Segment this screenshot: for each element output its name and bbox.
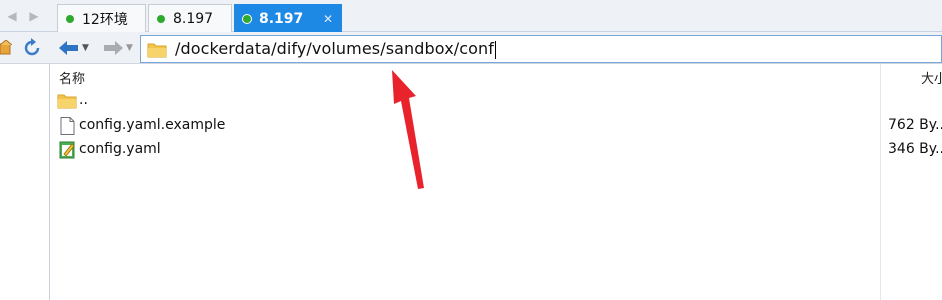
- left-toolbar-icons: [0, 32, 46, 64]
- folder-icon: [147, 43, 167, 57]
- tab-12-env[interactable]: 12环境: [57, 4, 146, 32]
- tab-bar: ◀ ▶ 12环境 8.197 8.197 ✕: [0, 0, 942, 32]
- edit-file-icon: [59, 141, 75, 159]
- home-icon[interactable]: [0, 40, 12, 56]
- chevron-down-icon[interactable]: ▼: [82, 43, 89, 53]
- file-row-config-yaml-example[interactable]: config.yaml.example 762 By...: [51, 114, 942, 138]
- back-button[interactable]: ▼: [58, 38, 89, 58]
- file-row-parent[interactable]: ..: [51, 89, 942, 113]
- text-caret: [495, 40, 497, 59]
- file-name: config.yaml: [79, 141, 161, 157]
- file-list[interactable]: 名称 大小 .. config.yaml.example 762 By... c…: [51, 64, 942, 300]
- column-header-size[interactable]: 大小: [921, 68, 942, 87]
- path-input[interactable]: /dockerdata/dify/volumes/sandbox/conf: [140, 35, 942, 63]
- back-arrow-icon: [59, 41, 78, 55]
- document-icon: [60, 117, 75, 135]
- file-name: config.yaml.example: [79, 117, 226, 133]
- path-text: /dockerdata/dify/volumes/sandbox/conf: [175, 39, 497, 59]
- tab-scroll-left-icon[interactable]: ◀: [4, 8, 20, 24]
- tab-label: 8.197: [259, 10, 304, 27]
- tab-label: 12环境: [82, 11, 128, 28]
- file-row-config-yaml[interactable]: config.yaml 346 By...: [51, 138, 942, 162]
- forward-arrow-icon: [104, 41, 123, 55]
- file-size: 762 By...: [888, 117, 942, 133]
- left-tree-pane[interactable]: [0, 64, 50, 300]
- chevron-down-icon[interactable]: ▼: [126, 43, 133, 53]
- file-size: 346 By...: [888, 141, 942, 157]
- file-name: ..: [79, 92, 88, 108]
- tab-label: 8.197: [173, 10, 214, 27]
- tab-scroll-right-icon[interactable]: ▶: [26, 8, 42, 24]
- tab-8-197[interactable]: 8.197: [148, 4, 232, 32]
- forward-button[interactable]: ▼: [102, 38, 133, 58]
- file-list-header: 名称 大小: [51, 64, 942, 88]
- column-header-name[interactable]: 名称: [59, 68, 85, 87]
- refresh-icon[interactable]: [22, 38, 42, 58]
- folder-icon: [57, 94, 77, 109]
- status-dot-icon: [157, 14, 165, 23]
- status-dot-icon: [66, 14, 74, 23]
- status-dot-icon: [243, 14, 251, 23]
- tab-8-197-active[interactable]: 8.197 ✕: [234, 4, 342, 32]
- close-tab-icon[interactable]: ✕: [323, 12, 333, 26]
